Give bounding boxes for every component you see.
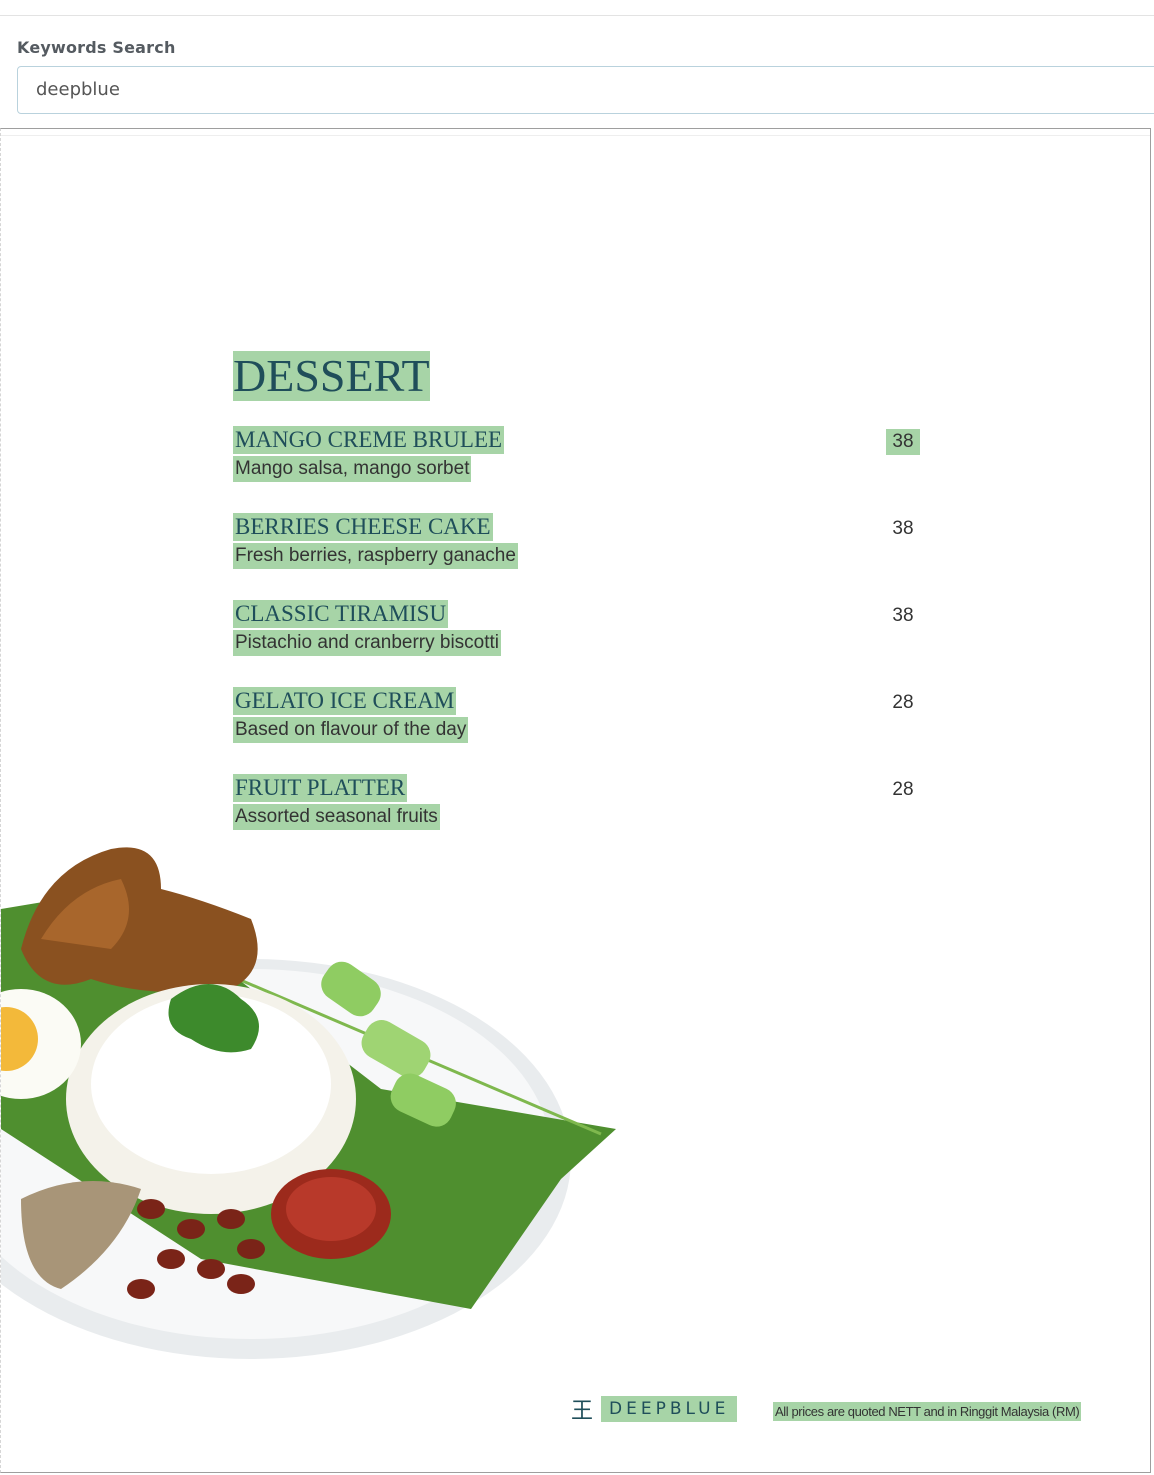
menu-item: MANGO CREME BRULEE Mango salsa, mango so…	[233, 426, 933, 482]
deepblue-mark-icon: 王	[571, 1399, 594, 1424]
menu-item-desc: Fresh berries, raspberry ganache	[233, 543, 518, 569]
menu-item-name: FRUIT PLATTER	[233, 774, 408, 802]
keywords-search-input[interactable]	[36, 79, 636, 100]
menu-item-desc: Pistachio and cranberry biscotti	[233, 630, 502, 656]
menu-item: FRUIT PLATTER Assorted seasonal fruits	[233, 774, 933, 830]
menu-item: GELATO ICE CREAM Based on flavour of the…	[233, 687, 933, 743]
menu-item: BERRIES CHEESE CAKE Fresh berries, raspb…	[233, 513, 933, 569]
price-footnote: All prices are quoted NETT and in Ringgi…	[773, 1402, 1082, 1421]
menu-item-price: 38	[892, 605, 914, 626]
menu-item-price: 28	[892, 692, 914, 713]
deepblue-logo: 王 DEEPBLUE	[571, 1394, 738, 1424]
page-edge	[1, 135, 1150, 136]
nasi-lemak-photo	[1, 847, 616, 1359]
menu-item-price: 38	[892, 518, 914, 539]
menu-item: CLASSIC TIRAMISU Pistachio and cranberry…	[233, 600, 933, 656]
menu-item-desc: Based on flavour of the day	[233, 717, 469, 743]
document-viewer[interactable]: DESSERT MANGO CREME BRULEE Mango salsa, …	[0, 128, 1151, 1473]
keywords-search-box[interactable]	[17, 66, 1154, 114]
menu-item-name: BERRIES CHEESE CAKE	[233, 513, 493, 541]
keywords-search-label: Keywords Search	[17, 38, 176, 57]
menu-item-price: 28	[892, 779, 914, 800]
menu-item-price: 38	[886, 429, 920, 455]
menu-item-name: MANGO CREME BRULEE	[233, 426, 505, 454]
section-title: DESSERT	[233, 350, 430, 401]
menu-item-desc: Mango salsa, mango sorbet	[233, 456, 472, 482]
menu-item-desc: Assorted seasonal fruits	[233, 804, 440, 830]
menu-item-name: CLASSIC TIRAMISU	[233, 600, 449, 628]
brand-name: DEEPBLUE	[601, 1396, 738, 1422]
menu-item-name: GELATO ICE CREAM	[233, 687, 457, 715]
top-divider	[0, 15, 1154, 16]
